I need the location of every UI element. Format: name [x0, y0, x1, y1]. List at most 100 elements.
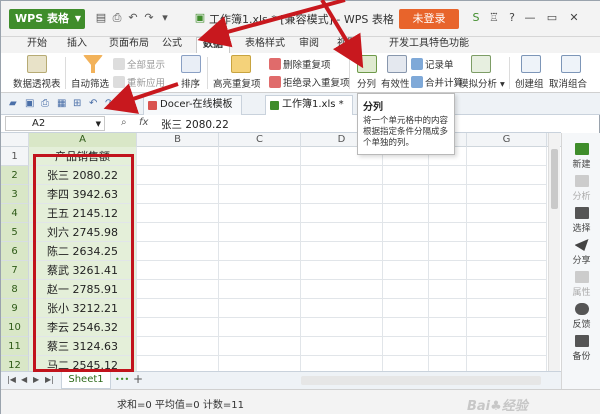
grid-cell[interactable]	[383, 242, 429, 261]
grid-cell[interactable]	[219, 185, 301, 204]
horizontal-scrollbar[interactable]	[301, 376, 541, 385]
grid-cell[interactable]	[301, 185, 383, 204]
show-all-button[interactable]: 全部显示	[113, 57, 165, 71]
column-header-b[interactable]: B	[137, 133, 219, 147]
close-icon[interactable]: ✕	[565, 9, 583, 27]
scroll-thumb[interactable]	[551, 149, 558, 209]
restore-icon[interactable]: ▭	[543, 9, 561, 27]
tab-page-layout[interactable]: 页面布局	[103, 37, 155, 53]
grid-cell[interactable]	[467, 185, 547, 204]
side-feedback[interactable]: 反馈	[562, 303, 600, 330]
grid-cell[interactable]	[383, 166, 429, 185]
split-columns-button[interactable]: 分列	[357, 76, 376, 90]
grid-cell[interactable]	[383, 318, 429, 337]
shirt-icon[interactable]: ♖	[485, 9, 503, 27]
autofilter-button[interactable]: 自动筛选	[71, 76, 109, 90]
grid-cell[interactable]	[137, 318, 219, 337]
highlight-duplicates-button[interactable]: 高亮重复项	[213, 76, 261, 90]
grid-cell[interactable]	[137, 223, 219, 242]
side-new[interactable]: 新建	[562, 143, 600, 170]
grid-cell[interactable]	[137, 147, 219, 166]
row-header[interactable]: 6	[1, 242, 29, 261]
grid-cell[interactable]	[429, 223, 467, 242]
grid-cell[interactable]	[467, 147, 547, 166]
ungroup-button[interactable]: 取消组合	[549, 76, 587, 90]
grid-cell[interactable]	[301, 280, 383, 299]
grid-cell[interactable]	[467, 337, 547, 356]
row-header[interactable]: 1	[1, 147, 29, 166]
grid-cell[interactable]	[301, 318, 383, 337]
print-icon[interactable]: ⎙	[111, 12, 123, 24]
tab-formula[interactable]: 公式	[156, 37, 188, 53]
grid-cell[interactable]	[383, 299, 429, 318]
row-header[interactable]: 10	[1, 318, 29, 337]
grid-cell[interactable]	[429, 242, 467, 261]
grid-cell[interactable]	[467, 223, 547, 242]
grid-cell[interactable]	[137, 242, 219, 261]
grid-cell[interactable]	[301, 166, 383, 185]
tab-review[interactable]: 审阅	[293, 37, 325, 53]
grid-cell[interactable]	[429, 204, 467, 223]
last-sheet-icon[interactable]: ▶|	[45, 375, 54, 384]
side-select[interactable]: 选择	[562, 207, 600, 234]
grid-cell[interactable]	[219, 166, 301, 185]
record-form-button[interactable]: 记录单	[411, 57, 454, 71]
side-backup[interactable]: 备份	[562, 335, 600, 362]
grid-cell[interactable]	[429, 166, 467, 185]
grid-cell[interactable]	[467, 204, 547, 223]
grid-cell[interactable]	[137, 166, 219, 185]
grid-cell[interactable]	[219, 147, 301, 166]
row-header[interactable]: 5	[1, 223, 29, 242]
grid-cell[interactable]	[429, 185, 467, 204]
highlight-duplicates-icon[interactable]	[231, 55, 251, 73]
reapply-button[interactable]: 重新应用	[113, 75, 165, 89]
sort-icon[interactable]	[181, 55, 201, 73]
simulate-button[interactable]: 模拟分析 ▾	[459, 76, 505, 90]
simulate-icon[interactable]	[471, 55, 491, 73]
pivot-table-button[interactable]: 数据透视表	[13, 76, 61, 90]
next-sheet-icon[interactable]: ▶	[33, 375, 39, 384]
grid-cell[interactable]	[467, 166, 547, 185]
print-quick-icon[interactable]: ⎙	[41, 98, 49, 109]
grid-cell[interactable]	[137, 185, 219, 204]
grid-cell[interactable]	[467, 356, 547, 371]
folder-icon[interactable]: ▰	[9, 98, 17, 109]
undo-quick-icon[interactable]: ↶	[89, 98, 97, 109]
name-box[interactable]: A2 ▼	[5, 116, 105, 131]
grid-cell[interactable]	[429, 299, 467, 318]
grid-cell[interactable]	[467, 242, 547, 261]
minimize-icon[interactable]: —	[521, 9, 539, 27]
vertical-scrollbar[interactable]	[548, 133, 560, 371]
grid-cell[interactable]	[301, 337, 383, 356]
grid-cell[interactable]	[383, 185, 429, 204]
tab-view[interactable]: 视图	[331, 37, 363, 53]
grid-cell[interactable]	[467, 261, 547, 280]
grid-cell[interactable]	[383, 204, 429, 223]
column-header-a[interactable]: A	[29, 133, 137, 147]
merge-calc-button[interactable]: 合并计算	[411, 75, 463, 89]
row-header[interactable]: 8	[1, 280, 29, 299]
grid-cell[interactable]	[137, 261, 219, 280]
grid-cell[interactable]	[429, 318, 467, 337]
first-sheet-icon[interactable]: |◀	[7, 375, 16, 384]
filter-icon[interactable]	[83, 55, 103, 73]
row-header[interactable]: 11	[1, 337, 29, 356]
grid-cell[interactable]	[219, 242, 301, 261]
grid-cell[interactable]	[219, 356, 301, 371]
validity-button[interactable]: 有效性	[381, 76, 410, 90]
pivot-table-icon[interactable]	[27, 55, 47, 73]
grid-cell[interactable]	[467, 318, 547, 337]
function-icon[interactable]: fx	[139, 117, 148, 128]
ungroup-icon[interactable]	[561, 55, 581, 73]
group-icon[interactable]	[521, 55, 541, 73]
redo-quick-icon[interactable]: ↷	[105, 98, 113, 109]
row-header[interactable]: 9	[1, 299, 29, 318]
tab-data[interactable]: 数据	[196, 37, 230, 53]
tab-docer-templates[interactable]: Docer-在线模板	[143, 95, 242, 115]
add-sheet-icon[interactable]: +	[133, 372, 143, 386]
row-header[interactable]: 4	[1, 204, 29, 223]
grid-cell[interactable]	[137, 204, 219, 223]
login-button[interactable]: 未登录	[399, 9, 459, 29]
grid-cell[interactable]	[429, 261, 467, 280]
grid-cell[interactable]	[301, 242, 383, 261]
